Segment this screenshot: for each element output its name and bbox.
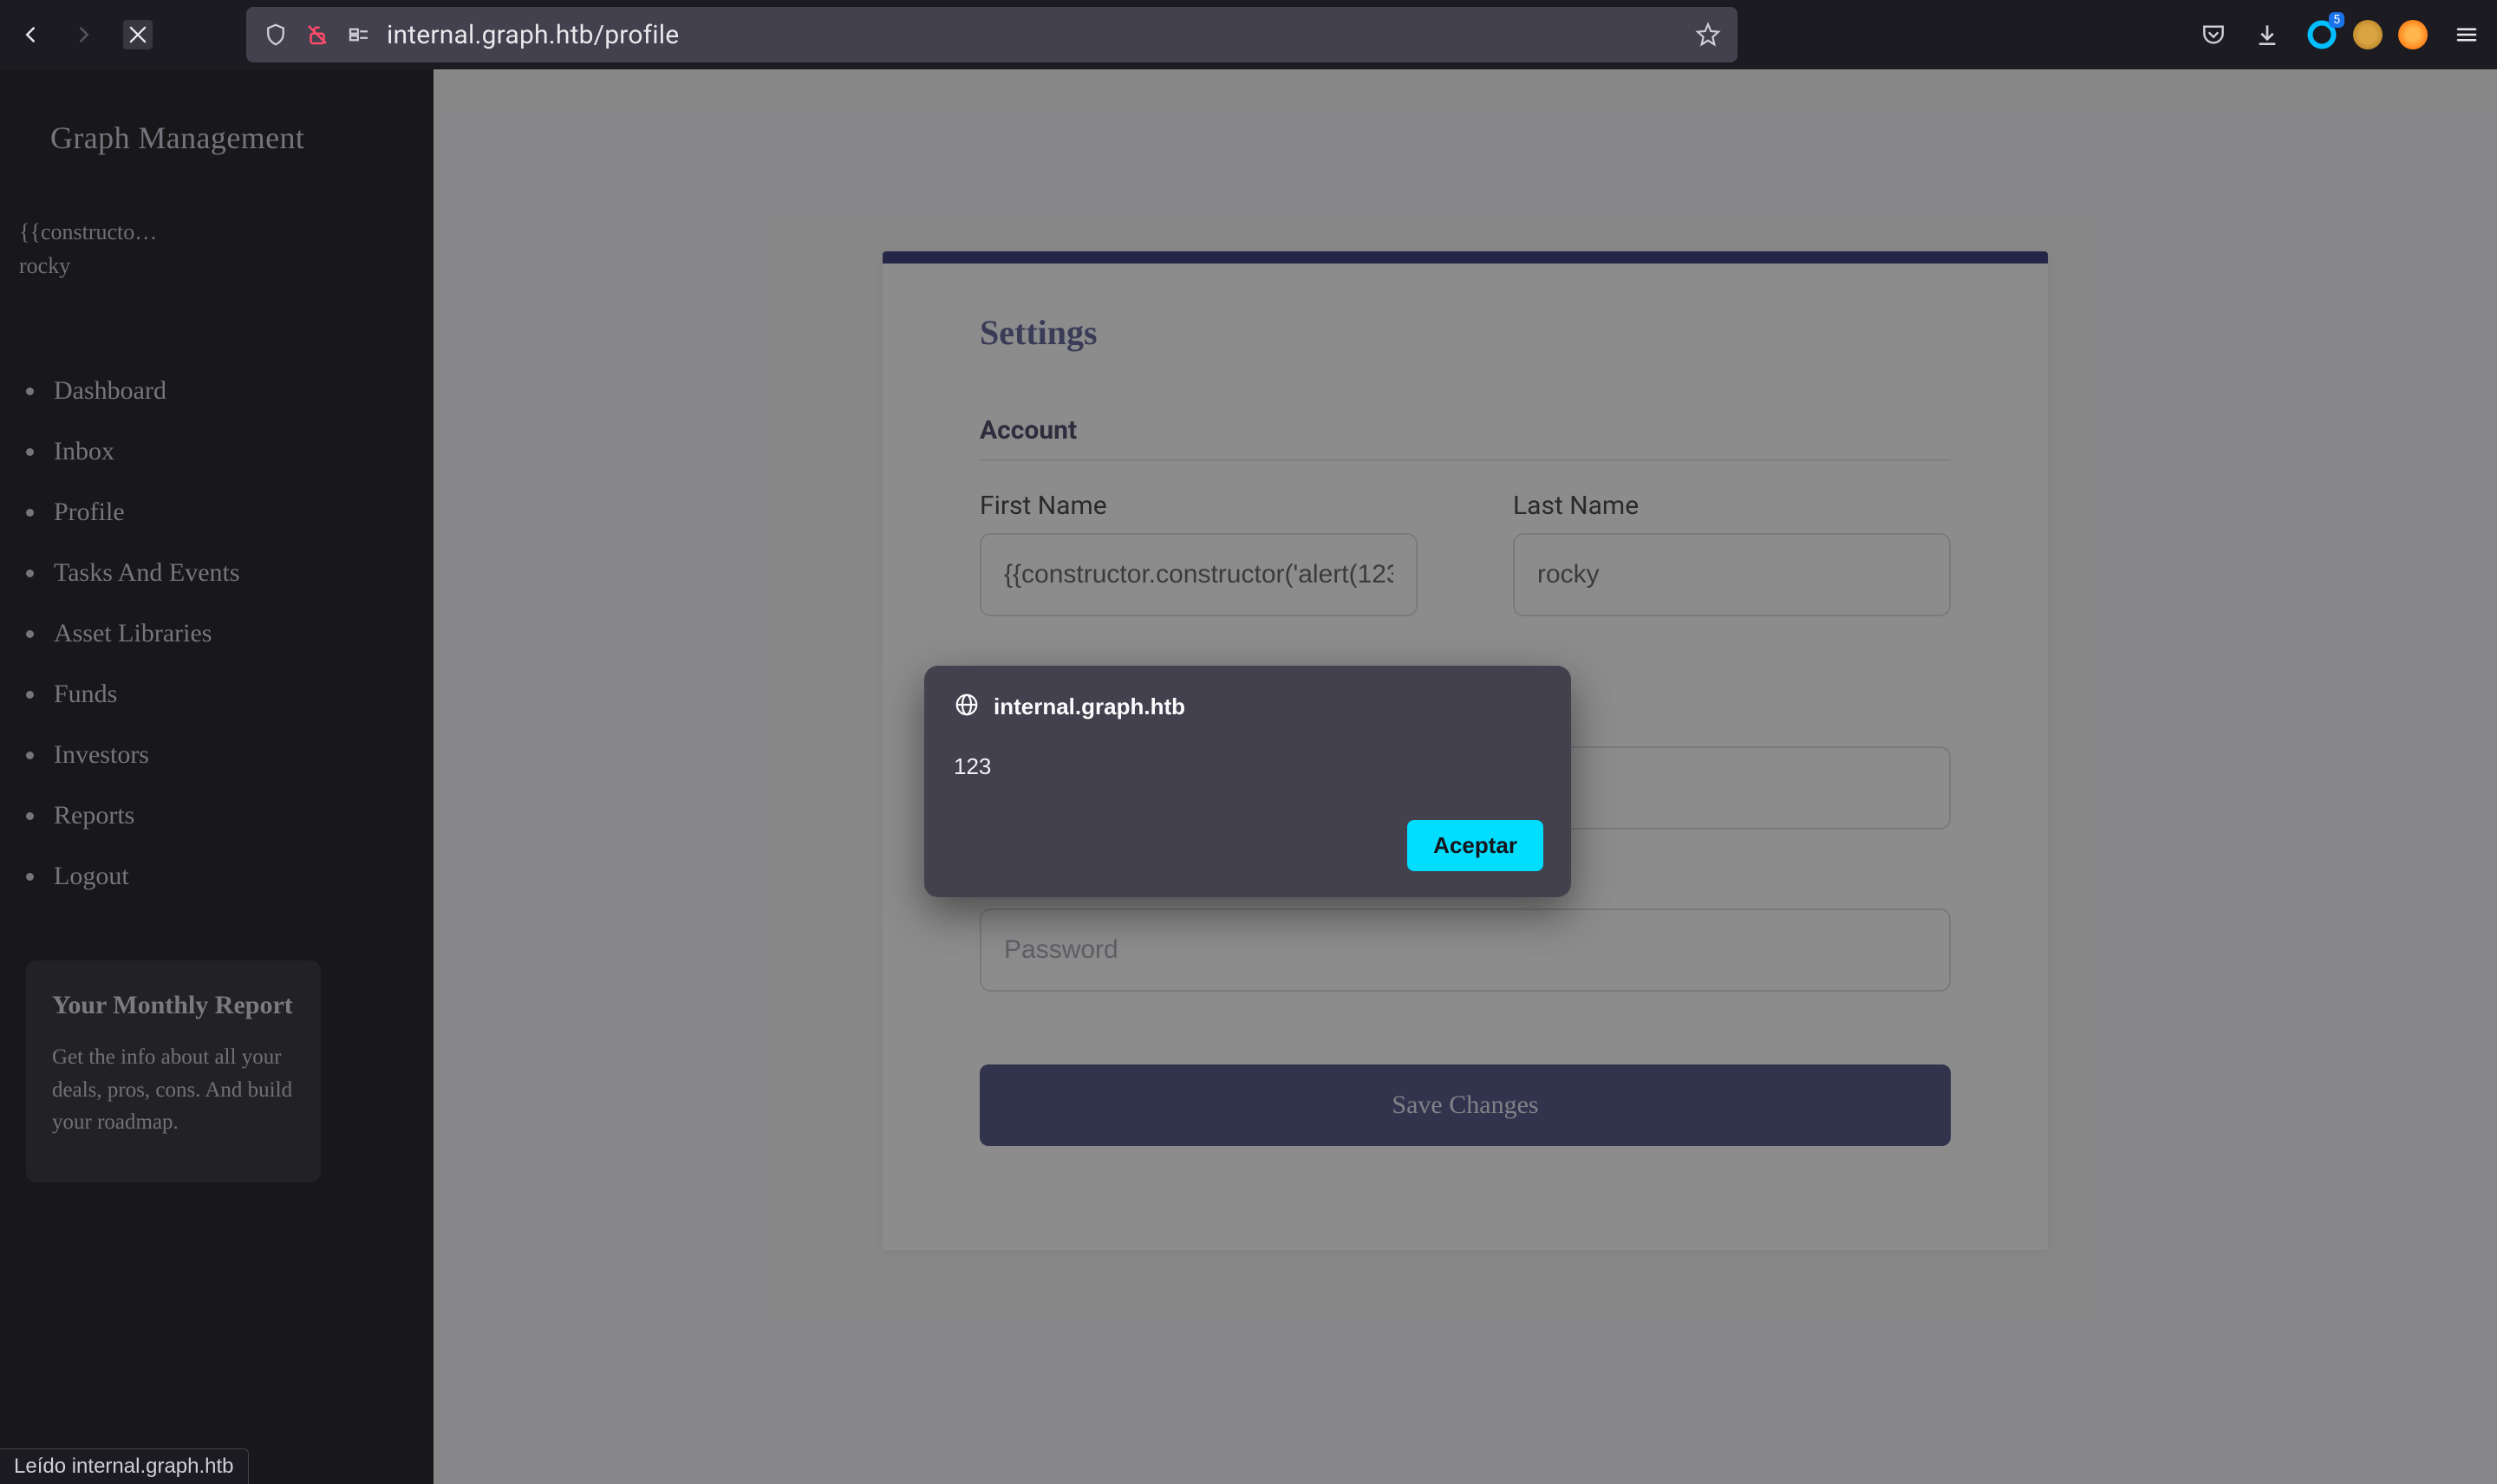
alert-origin: internal.graph.htb	[994, 693, 1185, 720]
save-to-pocket-icon[interactable]	[2199, 20, 2228, 49]
lock-broken-icon	[303, 21, 331, 49]
alert-message: 123	[954, 753, 1543, 780]
bookmark-star-icon[interactable]	[1694, 21, 1722, 49]
nav-buttons	[16, 20, 153, 49]
browser-toolbar: internal.graph.htb/profile 5	[0, 0, 2497, 69]
forward-button[interactable]	[69, 20, 99, 49]
app-menu-button[interactable]	[2452, 20, 2481, 49]
permissions-icon[interactable]	[345, 21, 373, 49]
globe-icon	[954, 692, 980, 722]
extension-cookie-icon[interactable]	[2353, 20, 2383, 49]
js-alert-dialog: internal.graph.htb 123 Aceptar	[924, 666, 1571, 897]
url-text[interactable]: internal.graph.htb/profile	[387, 20, 1680, 50]
extension-badge: 5	[2329, 12, 2344, 28]
downloads-icon[interactable]	[2253, 20, 2282, 49]
back-button[interactable]	[16, 20, 45, 49]
status-bar: Leído internal.graph.htb	[0, 1448, 249, 1484]
extension-hackbar-icon[interactable]	[2398, 20, 2428, 49]
page: Graph Management {{constructo… rocky Das…	[0, 69, 2497, 1484]
shield-icon	[262, 21, 290, 49]
url-bar[interactable]: internal.graph.htb/profile	[246, 7, 1737, 62]
stop-button[interactable]	[123, 20, 153, 49]
alert-accept-button[interactable]: Aceptar	[1407, 820, 1543, 871]
extension-foxyproxy-icon[interactable]: 5	[2306, 19, 2337, 50]
toolbar-right: 5	[2199, 19, 2481, 50]
